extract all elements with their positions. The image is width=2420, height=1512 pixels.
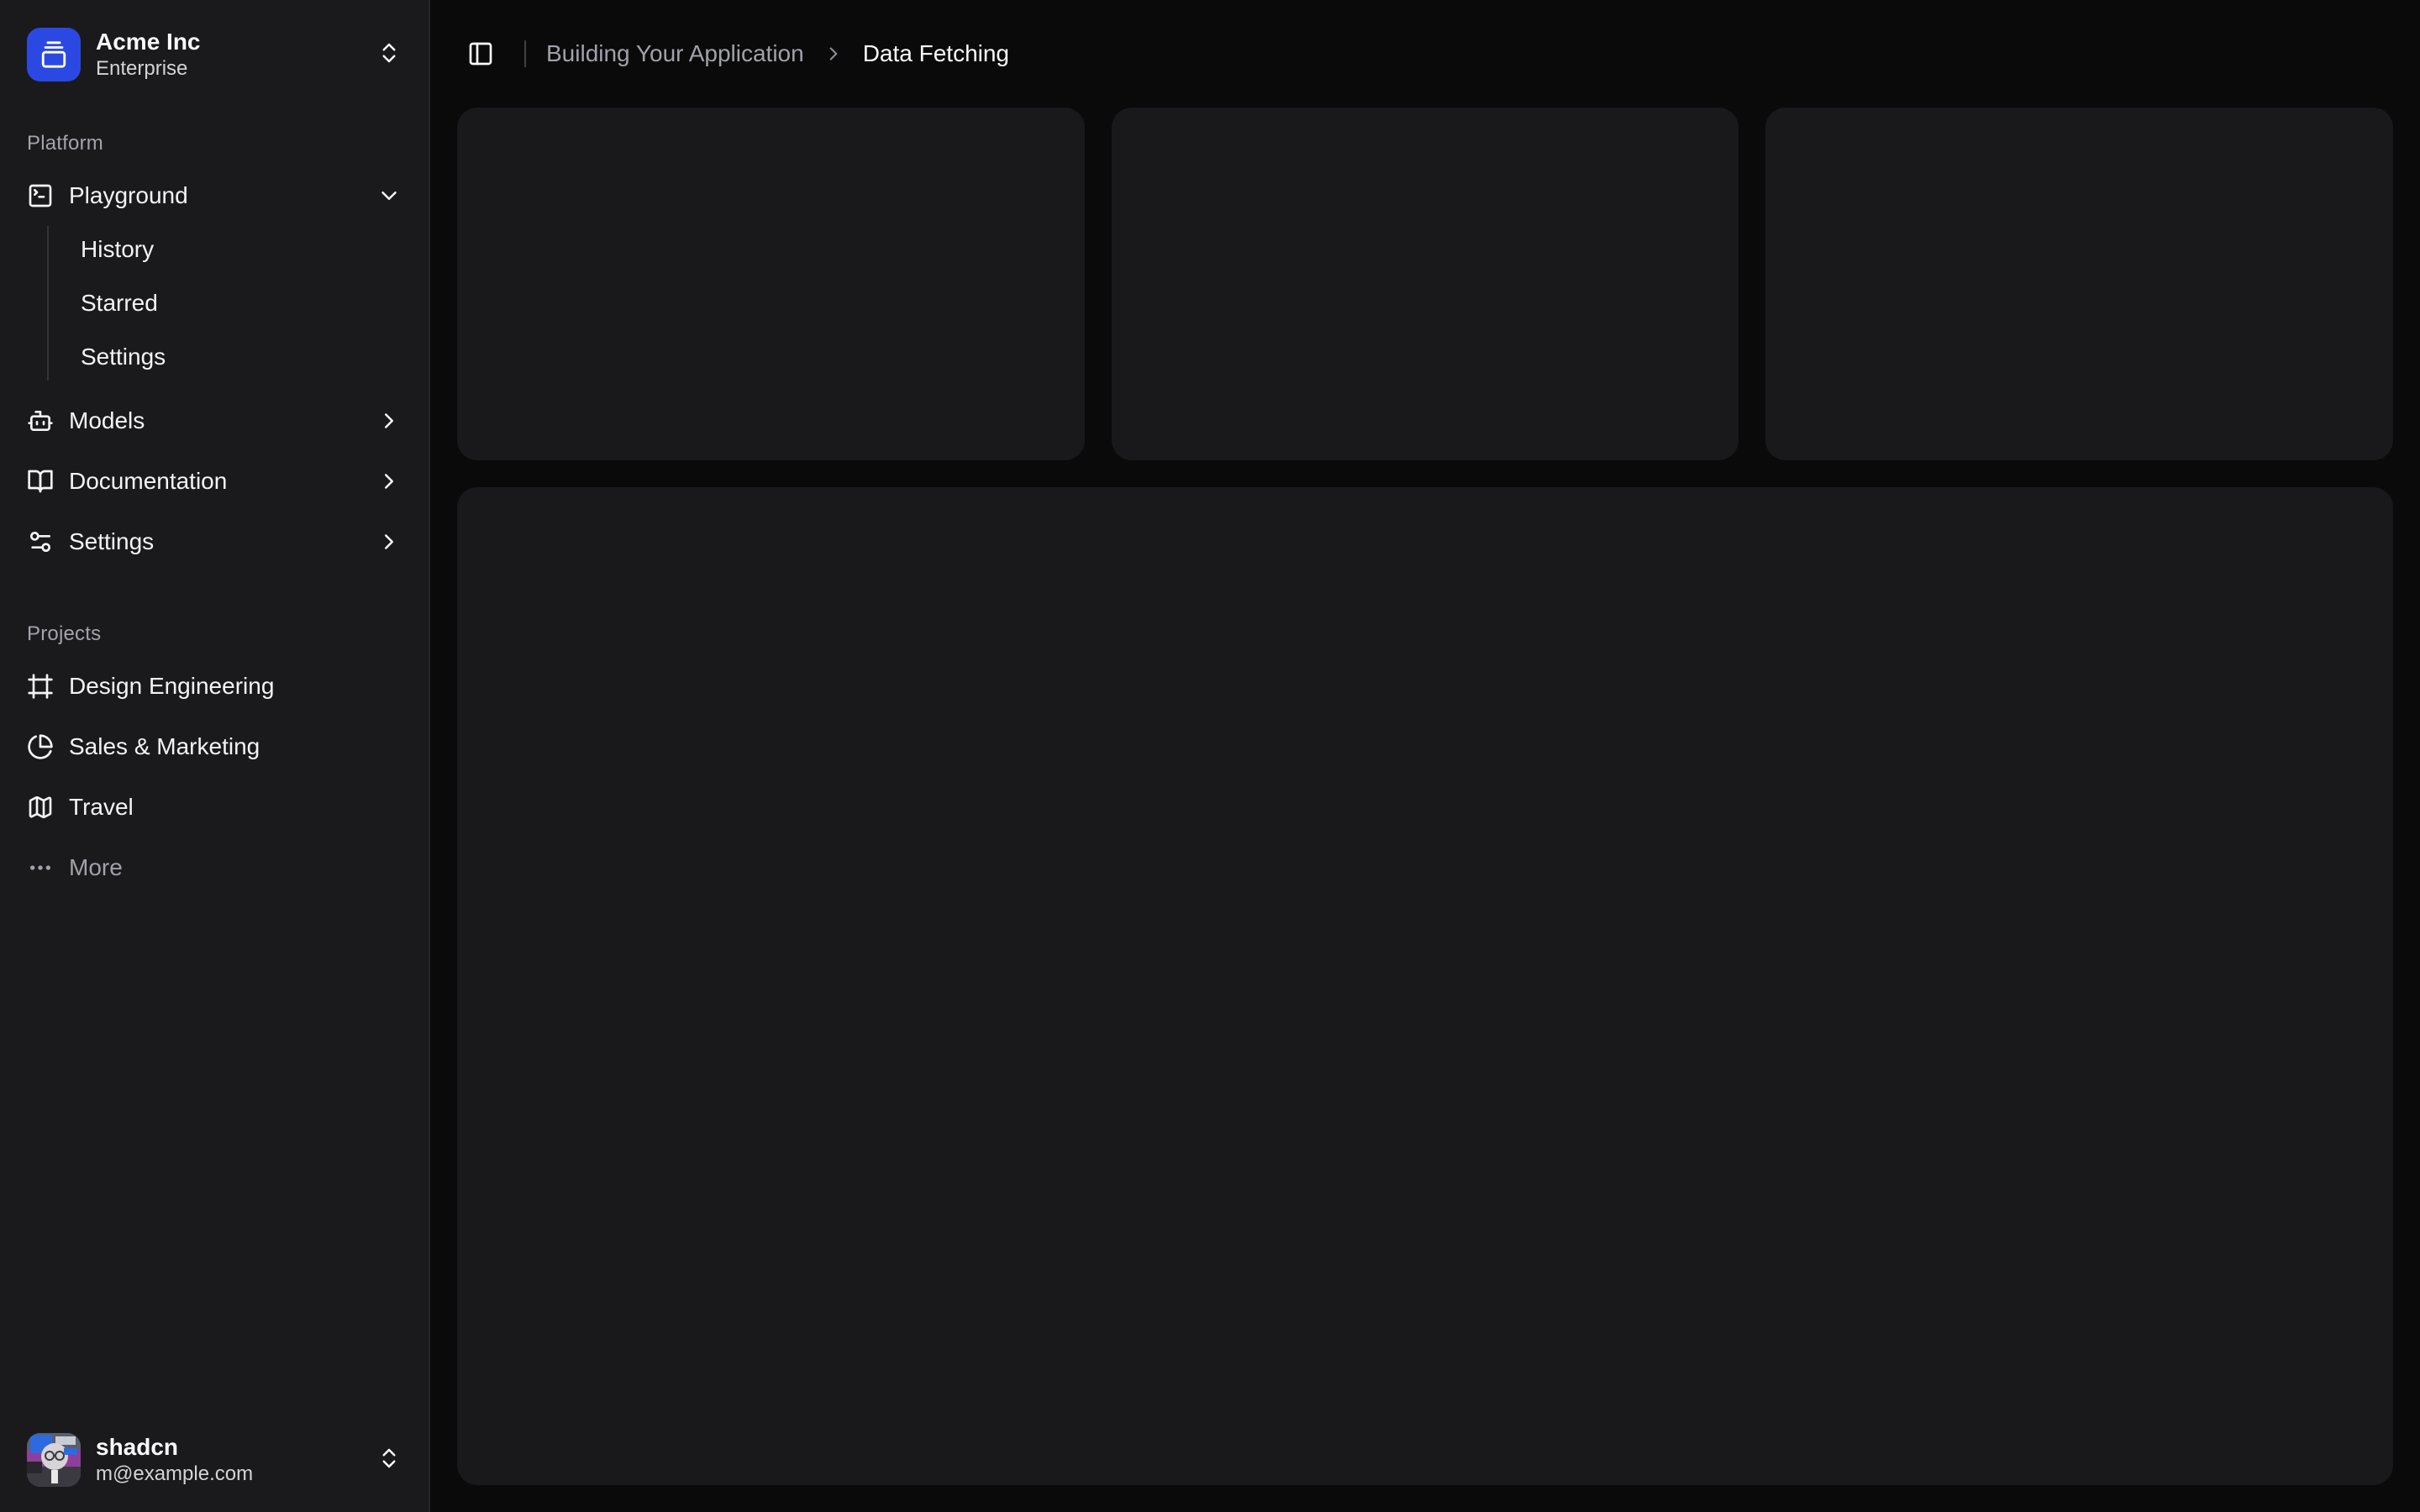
sidebar-spacer — [13, 895, 415, 1420]
chevron-down-icon — [376, 183, 402, 208]
menu-item-documentation: Documentation — [13, 454, 415, 508]
sidebar-item-label: Documentation — [69, 468, 361, 495]
platform-menu: Playground History Starred Settings Mod — [13, 169, 415, 569]
sidebar-item-label: Models — [69, 407, 361, 434]
placeholder-card-grid — [457, 108, 2393, 460]
pie-chart-icon — [27, 733, 54, 760]
main-header: Building Your Application Data Fetching — [430, 0, 2420, 108]
placeholder-card-1 — [457, 108, 1085, 460]
user-name: shadcn — [96, 1432, 361, 1462]
chevron-right-icon — [376, 469, 402, 494]
team-switcher-button[interactable]: Acme Inc Enterprise — [13, 13, 415, 95]
sidebar-item-sales-marketing[interactable]: Sales & Marketing — [13, 720, 415, 774]
sidebar: Acme Inc Enterprise Platform Playground — [0, 0, 430, 1512]
sidebar-item-label: Design Engineering — [69, 673, 402, 700]
group-label-platform: Platform — [13, 118, 415, 169]
sidebar-item-more[interactable]: More — [13, 841, 415, 895]
frame-icon — [27, 673, 54, 700]
sidebar-item-label: Playground — [69, 182, 361, 209]
sidebar-toggle-button[interactable] — [457, 30, 504, 77]
menu-item-models: Models — [13, 394, 415, 448]
sidebar-item-design-engineering[interactable]: Design Engineering — [13, 659, 415, 713]
menu-item-travel: Travel — [13, 780, 415, 834]
user-email: m@example.com — [96, 1462, 361, 1487]
sidebar-item-settings[interactable]: Settings — [13, 515, 415, 569]
placeholder-content-panel — [457, 487, 2393, 1485]
gallery-vertical-end-icon — [27, 28, 81, 81]
main-area: Building Your Application Data Fetching — [430, 0, 2420, 1512]
projects-menu: Design Engineering Sales & Marketing Tra… — [13, 659, 415, 895]
sidebar-subitem-starred[interactable]: Starred — [67, 280, 415, 327]
sidebar-item-documentation[interactable]: Documentation — [13, 454, 415, 508]
placeholder-card-2 — [1112, 108, 1739, 460]
sidebar-item-playground[interactable]: Playground — [13, 169, 415, 223]
chevrons-up-down-icon — [376, 1446, 402, 1473]
sidebar-item-label: Settings — [69, 528, 361, 555]
ellipsis-icon — [27, 854, 54, 881]
avatar — [27, 1433, 81, 1487]
chevron-right-icon — [376, 408, 402, 433]
group-label-projects: Projects — [13, 609, 415, 659]
breadcrumb-parent-link[interactable]: Building Your Application — [546, 40, 804, 67]
bot-icon — [27, 407, 54, 434]
book-open-icon — [27, 468, 54, 495]
team-meta: Acme Inc Enterprise — [96, 27, 361, 81]
sidebar-item-label: More — [69, 854, 402, 881]
sidebar-item-label: Sales & Marketing — [69, 733, 402, 760]
chevron-right-icon — [376, 529, 402, 554]
sidebar-group-projects: Projects Design Engineering Sales & Mark… — [13, 609, 415, 895]
menu-item-design-engineering: Design Engineering — [13, 659, 415, 713]
breadcrumb: Building Your Application Data Fetching — [546, 40, 1009, 67]
sidebar-subitem-history[interactable]: History — [67, 226, 415, 273]
placeholder-card-3 — [1765, 108, 2393, 460]
user-meta: shadcn m@example.com — [96, 1432, 361, 1487]
sliders-icon — [27, 528, 54, 555]
map-icon — [27, 794, 54, 821]
sidebar-item-travel[interactable]: Travel — [13, 780, 415, 834]
chevrons-up-down-icon — [376, 40, 402, 68]
sidebar-group-platform: Platform Playground History Starred Sett… — [13, 118, 415, 569]
user-menu-button[interactable]: shadcn m@example.com — [13, 1420, 415, 1499]
team-plan: Enterprise — [96, 56, 361, 81]
header-separator — [524, 40, 526, 67]
menu-item-settings: Settings — [13, 515, 415, 569]
sidebar-item-models[interactable]: Models — [13, 394, 415, 448]
sidebar-item-label: Travel — [69, 794, 402, 821]
menu-item-playground: Playground History Starred Settings — [13, 169, 415, 387]
menu-item-more: More — [13, 841, 415, 895]
menu-item-sales-marketing: Sales & Marketing — [13, 720, 415, 774]
playground-submenu: History Starred Settings — [47, 226, 415, 381]
chevron-right-icon — [823, 43, 844, 65]
page-content — [430, 108, 2420, 1512]
sidebar-subitem-settings[interactable]: Settings — [67, 333, 415, 381]
square-terminal-icon — [27, 182, 54, 209]
team-name: Acme Inc — [96, 27, 361, 56]
panel-left-icon — [467, 40, 494, 67]
breadcrumb-current-page: Data Fetching — [863, 40, 1009, 67]
